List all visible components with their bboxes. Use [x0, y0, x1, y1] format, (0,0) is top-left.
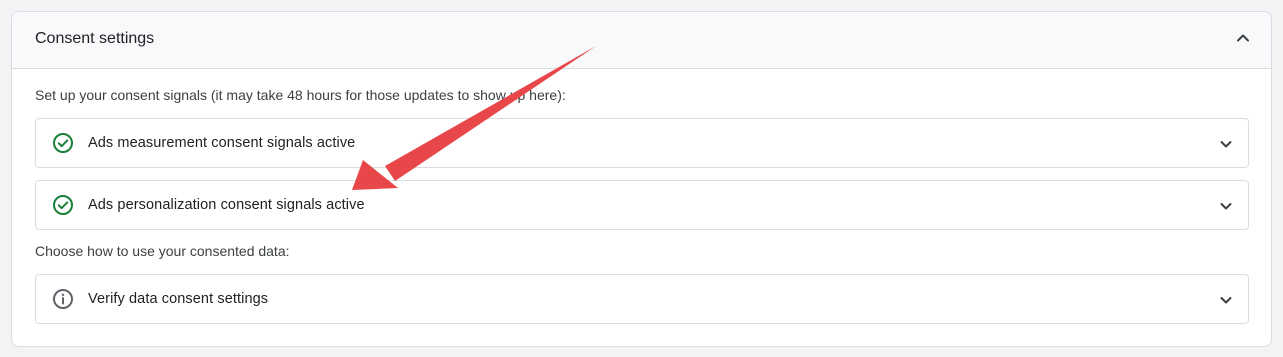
chevron-down-icon[interactable] — [1216, 290, 1236, 310]
chevron-down-icon[interactable] — [1216, 196, 1236, 216]
panel-header[interactable]: Consent settings — [12, 12, 1271, 69]
ads-measurement-label: Ads measurement consent signals active — [88, 135, 356, 151]
panel-title: Consent settings — [35, 30, 155, 47]
ads-personalization-label: Ads personalization consent signals acti… — [88, 197, 365, 213]
info-circle-icon — [52, 288, 74, 310]
check-circle-icon — [52, 132, 74, 154]
ads-measurement-row[interactable]: Ads measurement consent signals active — [35, 118, 1249, 168]
chevron-down-icon[interactable] — [1216, 134, 1236, 154]
verify-consent-row[interactable]: Verify data consent settings — [35, 274, 1249, 324]
consent-settings-panel: Consent settings Set up your consent sig… — [11, 11, 1272, 347]
signals-instruction: Set up your consent signals (it may take… — [35, 87, 566, 103]
ads-personalization-row[interactable]: Ads personalization consent signals acti… — [35, 180, 1249, 230]
check-circle-icon — [52, 194, 74, 216]
usage-instruction: Choose how to use your consented data: — [35, 243, 290, 259]
verify-consent-label: Verify data consent settings — [88, 291, 269, 307]
chevron-up-icon[interactable] — [1233, 28, 1253, 48]
